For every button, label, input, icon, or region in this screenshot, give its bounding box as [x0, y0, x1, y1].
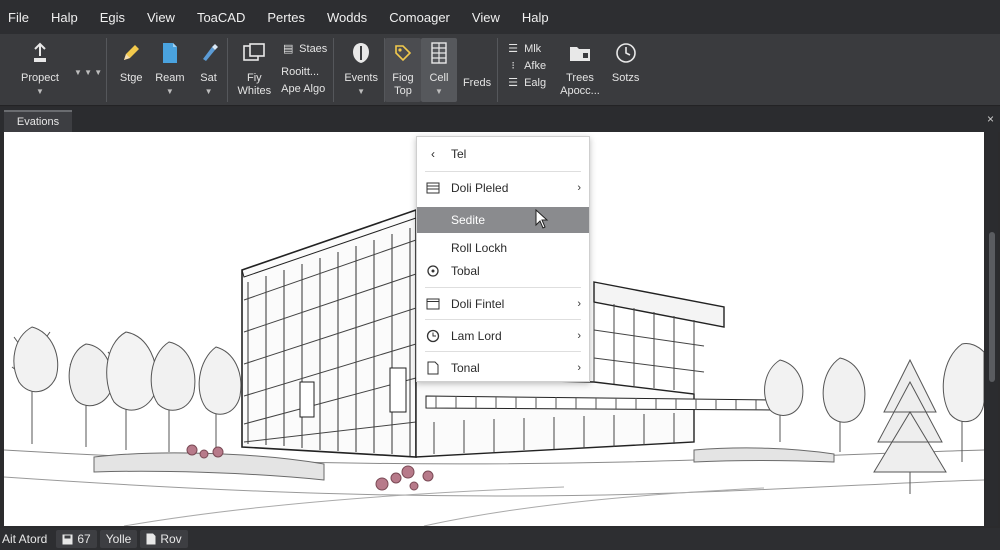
status-bar: Ait Atord 67 Yolle Rov	[0, 528, 1000, 550]
ribbon-group-project: Propect ▼ ▼ ▼ ▼	[0, 38, 106, 102]
status-67[interactable]: 67	[56, 530, 97, 548]
ctx-item-lam-lord[interactable]: Lam Lord ›	[417, 323, 589, 349]
page-icon	[425, 361, 441, 375]
window-icon	[242, 40, 266, 66]
clock-icon	[425, 329, 441, 343]
ape-algo-button[interactable]: Ape Algo	[281, 80, 327, 97]
status-rov[interactable]: Rov	[140, 530, 188, 548]
window-icon	[425, 297, 441, 311]
ream-button[interactable]: Ream ▼	[149, 38, 190, 102]
document-tab-strip: Evations ×	[0, 107, 1000, 132]
ribbon-toolbar: Propect ▼ ▼ ▼ ▼ Stge Ream ▼ Sat ▼ Fiy Wh…	[0, 34, 1000, 106]
ctx-separator	[425, 351, 581, 352]
ribbon-group-edit: Stge Ream ▼ Sat ▼	[106, 38, 226, 102]
shield-icon	[349, 40, 373, 66]
ribbon-group-cell: Fiog Top Cell ▼ Freds	[383, 38, 497, 102]
menu-comoager[interactable]: Comoager	[378, 10, 461, 25]
sotzs-button[interactable]: Sotzs	[606, 38, 646, 102]
list-icon	[425, 181, 441, 195]
stack-icon: ▤	[282, 43, 294, 55]
lines-icon: ☰	[508, 77, 519, 89]
folder-icon	[568, 40, 592, 66]
dropdown-arrows[interactable]: ▼ ▼ ▼	[70, 68, 106, 77]
page-icon	[146, 533, 156, 545]
chevron-down-icon: ▼	[357, 87, 366, 96]
cursor-tag-icon	[391, 40, 415, 66]
menu-halp[interactable]: Halp	[40, 10, 89, 25]
chevron-right-icon: ›	[577, 362, 581, 374]
menu-view[interactable]: View	[136, 10, 186, 25]
ctx-item-tobal[interactable]: Tobal	[417, 258, 589, 284]
ctx-item-tel[interactable]: ‹ Tel	[417, 141, 589, 167]
status-ait-atord[interactable]: Ait Atord	[0, 530, 53, 548]
menu-help[interactable]: Halp	[511, 10, 560, 25]
ctx-item-doli-pleled[interactable]: Doli Pleled ›	[417, 175, 589, 201]
events-button[interactable]: Events ▼	[338, 38, 384, 102]
ribbon-group-events: Events ▼	[333, 38, 384, 102]
afke-button[interactable]: ⁝ Afke	[506, 57, 546, 74]
cell-button[interactable]: Cell ▼	[420, 38, 457, 102]
chevron-down-icon: ▼	[36, 87, 44, 96]
freds-button[interactable]: Freds	[457, 38, 497, 102]
ribbon-group-misc: ☰ Mlk ⁝ Afke ☰ Ealg Trees Apocc... Sotzs	[497, 38, 645, 102]
menu-bar: File Halp Egis View ToaCAD Pertes Wodds …	[0, 0, 1000, 34]
staes-button[interactable]: ▤ Staes	[281, 40, 327, 57]
dots-icon: ⁝	[511, 60, 515, 72]
fiog-top-button[interactable]: Fiog Top	[384, 38, 421, 102]
menu-file[interactable]: File	[4, 10, 40, 25]
misc-tool-list: ☰ Mlk ⁝ Afke ☰ Ealg	[504, 38, 554, 91]
trees-apocc-button[interactable]: Trees Apocc...	[554, 38, 606, 102]
stge-button[interactable]: Stge	[113, 38, 149, 102]
small-tool-list: ▤ Staes Rooitt... Ape Algo	[277, 38, 333, 97]
ctx-item-sedite[interactable]: Sedite	[417, 207, 589, 233]
chevron-right-icon: ›	[577, 298, 581, 310]
clock-icon	[614, 40, 638, 66]
brush-icon	[197, 40, 221, 66]
vertical-scrollbar[interactable]	[986, 132, 998, 526]
status-yolle[interactable]: Yolle	[99, 530, 138, 548]
close-icon[interactable]: ×	[987, 112, 994, 126]
scrollbar-thumb[interactable]	[989, 232, 995, 382]
grid-icon	[427, 40, 451, 66]
tab-evations[interactable]: Evations	[4, 110, 72, 132]
chevron-left-icon: ‹	[431, 147, 435, 161]
upload-icon	[28, 40, 52, 66]
ealg-button[interactable]: ☰ Ealg	[506, 74, 546, 91]
save-icon	[62, 534, 73, 545]
pencil-icon	[119, 40, 143, 66]
ctx-item-doli-fintel[interactable]: Doli Fintel ›	[417, 291, 589, 317]
lines-icon: ☰	[508, 43, 519, 55]
chevron-down-icon: ▼	[434, 87, 443, 96]
ctx-item-tonal[interactable]: Tonal ›	[417, 355, 589, 381]
chevron-down-icon: ▼	[204, 87, 213, 96]
fiy-whites-button[interactable]: Fiy Whites	[232, 38, 278, 102]
ctx-separator	[425, 171, 581, 172]
menu-wodds[interactable]: Wodds	[316, 10, 378, 25]
menu-pertes[interactable]: Pertes	[256, 10, 316, 25]
ctx-separator	[425, 287, 581, 288]
ribbon-group-view: Fiy Whites ▤ Staes Rooitt... Ape Algo	[226, 38, 334, 102]
document-icon	[158, 40, 182, 66]
menu-egis[interactable]: Egis	[89, 10, 136, 25]
chevron-down-icon: ▼	[165, 87, 174, 96]
propect-button[interactable]: Propect ▼	[10, 38, 70, 102]
context-menu: ‹ Tel Doli Pleled › Sedite Roll Lockh To…	[416, 136, 590, 382]
chevron-right-icon: ›	[577, 330, 581, 342]
mouse-cursor-icon	[535, 208, 549, 232]
rotate-icon	[425, 264, 441, 278]
mlk-button[interactable]: ☰ Mlk	[506, 40, 546, 57]
chevron-right-icon: ›	[577, 182, 581, 194]
ctx-separator	[425, 319, 581, 320]
menu-view-2[interactable]: View	[461, 10, 511, 25]
menu-toacad[interactable]: ToaCAD	[186, 10, 256, 25]
sat-button[interactable]: Sat ▼	[191, 38, 227, 102]
rooitt-button[interactable]: Rooitt...	[281, 63, 327, 80]
